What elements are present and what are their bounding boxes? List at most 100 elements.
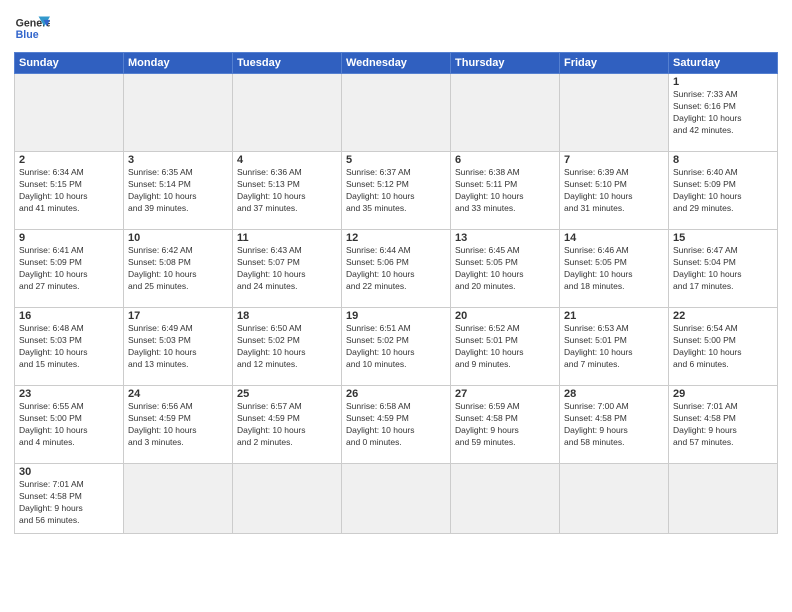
day-info: Sunrise: 6:37 AM Sunset: 5:12 PM Dayligh…: [346, 167, 446, 215]
day-number: 21: [564, 310, 664, 322]
day-number: 30: [19, 466, 119, 478]
day-info: Sunrise: 6:34 AM Sunset: 5:15 PM Dayligh…: [19, 167, 119, 215]
calendar-header-monday: Monday: [124, 53, 233, 74]
calendar-cell: 11Sunrise: 6:43 AM Sunset: 5:07 PM Dayli…: [233, 230, 342, 308]
day-number: 24: [128, 388, 228, 400]
day-number: 1: [673, 76, 773, 88]
calendar-cell: [233, 464, 342, 534]
day-info: Sunrise: 6:42 AM Sunset: 5:08 PM Dayligh…: [128, 245, 228, 293]
calendar-cell: 12Sunrise: 6:44 AM Sunset: 5:06 PM Dayli…: [342, 230, 451, 308]
calendar-cell: 21Sunrise: 6:53 AM Sunset: 5:01 PM Dayli…: [560, 308, 669, 386]
day-info: Sunrise: 6:38 AM Sunset: 5:11 PM Dayligh…: [455, 167, 555, 215]
calendar-week-row: 2Sunrise: 6:34 AM Sunset: 5:15 PM Daylig…: [15, 152, 778, 230]
day-number: 19: [346, 310, 446, 322]
calendar-cell: 16Sunrise: 6:48 AM Sunset: 5:03 PM Dayli…: [15, 308, 124, 386]
day-info: Sunrise: 7:33 AM Sunset: 6:16 PM Dayligh…: [673, 89, 773, 137]
calendar-week-row: 1Sunrise: 7:33 AM Sunset: 6:16 PM Daylig…: [15, 74, 778, 152]
calendar-cell: [124, 464, 233, 534]
calendar-cell: [669, 464, 778, 534]
calendar-cell: 23Sunrise: 6:55 AM Sunset: 5:00 PM Dayli…: [15, 386, 124, 464]
day-number: 3: [128, 154, 228, 166]
calendar-cell: 22Sunrise: 6:54 AM Sunset: 5:00 PM Dayli…: [669, 308, 778, 386]
day-info: Sunrise: 6:43 AM Sunset: 5:07 PM Dayligh…: [237, 245, 337, 293]
day-info: Sunrise: 6:54 AM Sunset: 5:00 PM Dayligh…: [673, 323, 773, 371]
calendar-cell: [15, 74, 124, 152]
day-number: 16: [19, 310, 119, 322]
day-info: Sunrise: 6:48 AM Sunset: 5:03 PM Dayligh…: [19, 323, 119, 371]
calendar-cell: 29Sunrise: 7:01 AM Sunset: 4:58 PM Dayli…: [669, 386, 778, 464]
day-info: Sunrise: 6:46 AM Sunset: 5:05 PM Dayligh…: [564, 245, 664, 293]
calendar-cell: 17Sunrise: 6:49 AM Sunset: 5:03 PM Dayli…: [124, 308, 233, 386]
day-number: 22: [673, 310, 773, 322]
calendar-cell: 14Sunrise: 6:46 AM Sunset: 5:05 PM Dayli…: [560, 230, 669, 308]
day-info: Sunrise: 6:47 AM Sunset: 5:04 PM Dayligh…: [673, 245, 773, 293]
day-info: Sunrise: 7:01 AM Sunset: 4:58 PM Dayligh…: [673, 401, 773, 449]
day-number: 13: [455, 232, 555, 244]
calendar-cell: 13Sunrise: 6:45 AM Sunset: 5:05 PM Dayli…: [451, 230, 560, 308]
calendar-week-row: 9Sunrise: 6:41 AM Sunset: 5:09 PM Daylig…: [15, 230, 778, 308]
day-info: Sunrise: 6:59 AM Sunset: 4:58 PM Dayligh…: [455, 401, 555, 449]
calendar-cell: 24Sunrise: 6:56 AM Sunset: 4:59 PM Dayli…: [124, 386, 233, 464]
calendar-week-row: 16Sunrise: 6:48 AM Sunset: 5:03 PM Dayli…: [15, 308, 778, 386]
calendar-header-friday: Friday: [560, 53, 669, 74]
calendar-cell: 3Sunrise: 6:35 AM Sunset: 5:14 PM Daylig…: [124, 152, 233, 230]
calendar-cell: 15Sunrise: 6:47 AM Sunset: 5:04 PM Dayli…: [669, 230, 778, 308]
day-number: 9: [19, 232, 119, 244]
calendar: SundayMondayTuesdayWednesdayThursdayFrid…: [14, 52, 778, 534]
day-number: 26: [346, 388, 446, 400]
calendar-cell: 30Sunrise: 7:01 AM Sunset: 4:58 PM Dayli…: [15, 464, 124, 534]
calendar-header-tuesday: Tuesday: [233, 53, 342, 74]
day-info: Sunrise: 6:58 AM Sunset: 4:59 PM Dayligh…: [346, 401, 446, 449]
calendar-cell: 25Sunrise: 6:57 AM Sunset: 4:59 PM Dayli…: [233, 386, 342, 464]
calendar-cell: 6Sunrise: 6:38 AM Sunset: 5:11 PM Daylig…: [451, 152, 560, 230]
calendar-cell: 1Sunrise: 7:33 AM Sunset: 6:16 PM Daylig…: [669, 74, 778, 152]
day-info: Sunrise: 6:51 AM Sunset: 5:02 PM Dayligh…: [346, 323, 446, 371]
day-number: 10: [128, 232, 228, 244]
calendar-cell: [560, 74, 669, 152]
calendar-cell: [560, 464, 669, 534]
day-info: Sunrise: 6:49 AM Sunset: 5:03 PM Dayligh…: [128, 323, 228, 371]
calendar-cell: 26Sunrise: 6:58 AM Sunset: 4:59 PM Dayli…: [342, 386, 451, 464]
day-number: 5: [346, 154, 446, 166]
calendar-week-row: 23Sunrise: 6:55 AM Sunset: 5:00 PM Dayli…: [15, 386, 778, 464]
day-number: 28: [564, 388, 664, 400]
day-info: Sunrise: 6:36 AM Sunset: 5:13 PM Dayligh…: [237, 167, 337, 215]
day-number: 27: [455, 388, 555, 400]
day-number: 17: [128, 310, 228, 322]
day-info: Sunrise: 6:50 AM Sunset: 5:02 PM Dayligh…: [237, 323, 337, 371]
day-info: Sunrise: 7:01 AM Sunset: 4:58 PM Dayligh…: [19, 479, 119, 527]
calendar-cell: [342, 464, 451, 534]
day-info: Sunrise: 6:57 AM Sunset: 4:59 PM Dayligh…: [237, 401, 337, 449]
day-number: 20: [455, 310, 555, 322]
day-number: 6: [455, 154, 555, 166]
calendar-cell: 20Sunrise: 6:52 AM Sunset: 5:01 PM Dayli…: [451, 308, 560, 386]
calendar-cell: [451, 464, 560, 534]
calendar-cell: 10Sunrise: 6:42 AM Sunset: 5:08 PM Dayli…: [124, 230, 233, 308]
generalblue-logo-icon: General Blue: [14, 10, 50, 46]
calendar-header-thursday: Thursday: [451, 53, 560, 74]
calendar-cell: 9Sunrise: 6:41 AM Sunset: 5:09 PM Daylig…: [15, 230, 124, 308]
svg-text:Blue: Blue: [16, 29, 39, 41]
calendar-cell: 5Sunrise: 6:37 AM Sunset: 5:12 PM Daylig…: [342, 152, 451, 230]
logo: General Blue: [14, 10, 50, 46]
day-number: 23: [19, 388, 119, 400]
day-number: 18: [237, 310, 337, 322]
calendar-cell: 18Sunrise: 6:50 AM Sunset: 5:02 PM Dayli…: [233, 308, 342, 386]
calendar-header-saturday: Saturday: [669, 53, 778, 74]
calendar-cell: 2Sunrise: 6:34 AM Sunset: 5:15 PM Daylig…: [15, 152, 124, 230]
header: General Blue: [14, 10, 778, 46]
day-number: 2: [19, 154, 119, 166]
day-number: 7: [564, 154, 664, 166]
calendar-header-wednesday: Wednesday: [342, 53, 451, 74]
day-number: 25: [237, 388, 337, 400]
day-number: 15: [673, 232, 773, 244]
day-info: Sunrise: 6:44 AM Sunset: 5:06 PM Dayligh…: [346, 245, 446, 293]
day-number: 12: [346, 232, 446, 244]
calendar-cell: 19Sunrise: 6:51 AM Sunset: 5:02 PM Dayli…: [342, 308, 451, 386]
calendar-header-sunday: Sunday: [15, 53, 124, 74]
day-info: Sunrise: 6:52 AM Sunset: 5:01 PM Dayligh…: [455, 323, 555, 371]
calendar-cell: [451, 74, 560, 152]
day-number: 8: [673, 154, 773, 166]
day-info: Sunrise: 6:35 AM Sunset: 5:14 PM Dayligh…: [128, 167, 228, 215]
day-info: Sunrise: 6:39 AM Sunset: 5:10 PM Dayligh…: [564, 167, 664, 215]
